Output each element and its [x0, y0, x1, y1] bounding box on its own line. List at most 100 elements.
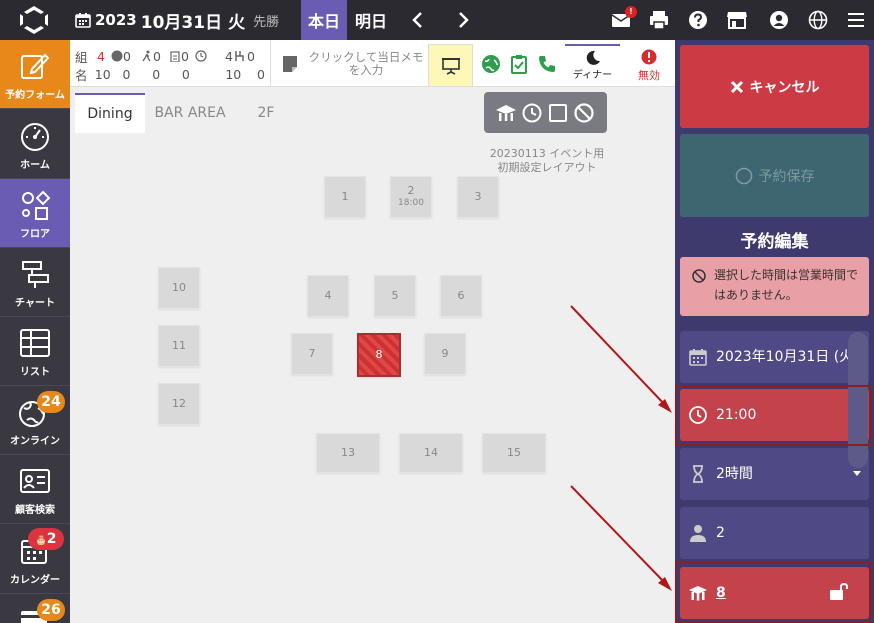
alert-circle-icon: [641, 49, 657, 65]
cancel-button[interactable]: キャンセル: [680, 45, 869, 128]
tab-bar-area[interactable]: BAR AREA: [150, 93, 230, 133]
menu-icon[interactable]: [844, 8, 868, 32]
table-number: 12: [172, 397, 186, 410]
save-label: 予約保存: [758, 168, 815, 185]
account-icon[interactable]: [767, 8, 791, 32]
screen-cast-button[interactable]: [428, 44, 473, 87]
edit-form-icon: [21, 53, 50, 79]
stats-groups-chairs: 4: [225, 48, 233, 64]
daily-memo-placeholder: クリックして当日メモを入力: [308, 50, 424, 77]
sidebar-item-reservation-form[interactable]: 予約フォーム: [0, 40, 70, 109]
floor-table-5[interactable]: 5: [374, 275, 416, 317]
panel-title: 予約編集: [740, 232, 809, 252]
sidebar-item-label: フロア: [20, 229, 50, 240]
app-logo-icon[interactable]: [14, 4, 54, 36]
table-number: 8: [375, 348, 383, 361]
today-button[interactable]: 本日: [301, 0, 347, 40]
reservation-guests-field[interactable]: 2: [680, 507, 869, 559]
invalid-status-toggle[interactable]: 無効: [623, 44, 675, 87]
sidebar-item-online[interactable]: オンライン 24: [0, 386, 70, 455]
floor-table-15[interactable]: 15: [482, 433, 546, 473]
stats-row-people: 名 10 0 0 0 10 0: [75, 65, 265, 83]
sidebar-item-customer-search[interactable]: 顧客検索: [0, 455, 70, 524]
floor-table-1[interactable]: 1: [324, 176, 366, 218]
previous-day-icon[interactable]: [406, 8, 430, 32]
sidebar-item-floor[interactable]: フロア: [0, 179, 70, 248]
online-count-badge: 24: [37, 391, 65, 413]
dinner-shift-tab[interactable]: ディナー: [565, 44, 620, 87]
shapes-icon: [22, 190, 51, 220]
clipboard-check-icon[interactable]: [509, 54, 529, 74]
sidebar-item-payment[interactable]: 26: [0, 595, 70, 623]
print-icon[interactable]: [647, 8, 671, 32]
sidebar-item-home[interactable]: ホーム: [0, 110, 70, 179]
language-globe-icon[interactable]: [806, 8, 830, 32]
next-day-icon[interactable]: [451, 8, 475, 32]
table-number: 13: [341, 446, 355, 459]
table-icon[interactable]: [495, 102, 517, 124]
clipboard-icon: [170, 51, 180, 62]
table-number: 4: [324, 289, 332, 302]
mail-badge: !: [625, 6, 637, 18]
sidebar-item-label: ホーム: [20, 160, 50, 171]
date-selector[interactable]: 2023 10月31日 火 先勝: [75, 8, 279, 33]
sidebar-item-label: 顧客検索: [15, 505, 55, 516]
floor-table-6[interactable]: 6: [440, 275, 482, 317]
ban-icon: [692, 269, 706, 283]
hourglass-icon: [693, 465, 703, 483]
reservation-duration-value: 2時間: [716, 466, 753, 482]
help-icon[interactable]: [686, 8, 710, 32]
tab-2f[interactable]: 2F: [246, 93, 286, 133]
clock-icon: [195, 50, 207, 62]
phone-icon[interactable]: [537, 54, 557, 74]
gantt-chart-icon: [22, 261, 49, 288]
sidebar-item-list[interactable]: リスト: [0, 317, 70, 386]
layout-name: 20230113 イベント用 初期設定レイアウト: [452, 147, 642, 175]
stats-row-groups: 組 4 0 0 0 4 0: [75, 47, 265, 65]
tab-dining[interactable]: Dining: [75, 93, 145, 133]
reservation-date-field[interactable]: 2023年10月31日 (火): [680, 331, 869, 383]
sidebar: 予約フォーム ホーム フロア チャート リスト オンライン 24 顧客検索 カレ…: [0, 40, 70, 623]
floor-table-2[interactable]: 2 18:00: [390, 176, 432, 218]
floor-table-8-selected[interactable]: 8: [357, 333, 401, 377]
stats-groups-label: 組: [75, 49, 88, 65]
store-icon[interactable]: [725, 8, 749, 32]
sidebar-item-label: チャート: [15, 298, 55, 309]
ban-icon[interactable]: [573, 102, 595, 124]
floor-table-11[interactable]: 11: [158, 325, 200, 367]
table-number: 14: [424, 446, 438, 459]
floor-table-13[interactable]: 13: [316, 433, 380, 473]
annotation-arrow-table: [570, 485, 667, 585]
table-number: 5: [391, 289, 399, 302]
floor-table-9[interactable]: 9: [424, 333, 466, 375]
floor-table-14[interactable]: 14: [399, 433, 463, 473]
save-reservation-button[interactable]: 予約保存: [680, 134, 869, 217]
table-number: 11: [172, 339, 186, 352]
layout-name-line2: 初期設定レイアウト: [497, 161, 597, 174]
clock-icon[interactable]: [521, 102, 543, 124]
floor-table-3[interactable]: 3: [457, 176, 499, 218]
table-number: 9: [441, 347, 449, 360]
tomorrow-button[interactable]: 明日: [348, 0, 394, 40]
square-icon[interactable]: [547, 102, 569, 124]
sidebar-item-calendar[interactable]: カレンダー 🎂2: [0, 525, 70, 594]
caret-down-icon: [853, 471, 861, 476]
table-number: 6: [457, 289, 465, 302]
sidebar-item-label: リスト: [20, 367, 50, 378]
note-icon: [283, 56, 297, 72]
reservation-duration-select[interactable]: 2時間: [680, 448, 869, 500]
floor-table-7[interactable]: 7: [291, 333, 333, 375]
layout-name-line1: 20230113 イベント用: [489, 147, 605, 160]
sidebar-item-chart[interactable]: チャート: [0, 248, 70, 317]
stats-groups-tables: 0: [247, 48, 255, 64]
floor-table-10[interactable]: 10: [158, 267, 200, 309]
moon-icon: [586, 50, 600, 65]
floor-table-4[interactable]: 4: [307, 275, 349, 317]
calendar-count-badge: 🎂2: [28, 528, 64, 550]
web-channel-globe-icon[interactable]: [481, 54, 501, 74]
daily-memo-input[interactable]: クリックして当日メモを入力: [270, 40, 428, 87]
reservation-guests-value: 2: [716, 525, 725, 541]
reservation-edit-panel: キャンセル 予約保存 予約編集 選択した時間は営業時間ではありません。 2023…: [675, 40, 874, 623]
dinner-label: ディナー: [572, 70, 613, 81]
floor-table-12[interactable]: 12: [158, 383, 200, 425]
